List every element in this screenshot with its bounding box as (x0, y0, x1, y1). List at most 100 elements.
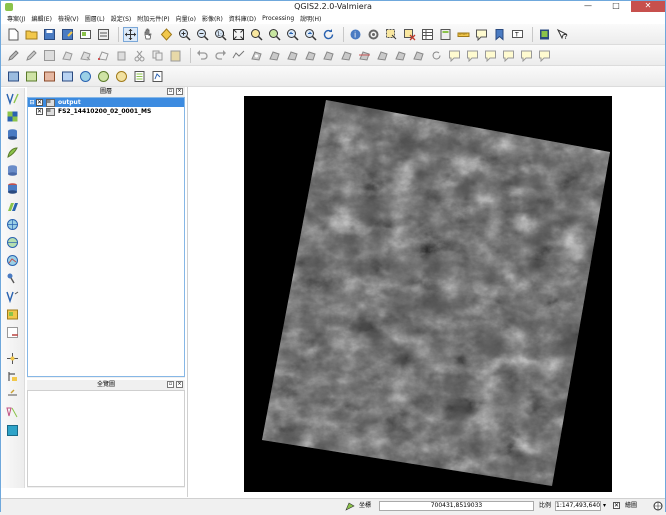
map-tips-icon[interactable] (474, 27, 489, 42)
new-shapefile-icon[interactable] (150, 69, 165, 84)
add-feature-icon[interactable] (60, 48, 75, 63)
gps-tools-icon[interactable] (5, 351, 20, 366)
processing-toolbox-icon[interactable] (5, 405, 20, 420)
menu-database[interactable]: 資料庫(D) (226, 14, 259, 23)
zoom-out-icon[interactable] (195, 27, 210, 42)
atlas-icon[interactable] (537, 27, 552, 42)
field-calculator-icon[interactable] (438, 27, 453, 42)
copy-features-icon[interactable] (150, 48, 165, 63)
zoom-to-selection-icon[interactable] (249, 27, 264, 42)
expand-icon[interactable]: ⊟ (29, 99, 35, 106)
wfs-layer-icon[interactable] (114, 69, 129, 84)
zoom-native-icon[interactable]: 1:1 (213, 27, 228, 42)
whats-this-help-icon[interactable]: ? (555, 27, 570, 42)
measure-icon[interactable] (456, 27, 471, 42)
wcs-layer-icon[interactable] (96, 69, 111, 84)
delete-part-icon[interactable] (303, 48, 318, 63)
zoom-in-icon[interactable] (177, 27, 192, 42)
oracle-layer-icon[interactable] (42, 69, 57, 84)
add-wcs-icon[interactable] (5, 235, 20, 250)
postgis-layer-icon[interactable] (60, 69, 75, 84)
new-print-composer-icon[interactable] (78, 27, 93, 42)
close-button[interactable]: ✕ (631, 1, 665, 12)
menu-edit[interactable]: 編輯(E) (28, 14, 54, 23)
new-project-icon[interactable] (6, 27, 21, 42)
menu-settings[interactable]: 設定(S) (108, 14, 135, 23)
maximize-button[interactable]: □ (603, 1, 629, 12)
deselect-icon[interactable] (402, 27, 417, 42)
menu-plugins[interactable]: 附加元件(P) (134, 14, 172, 23)
paste-features-icon[interactable] (168, 48, 183, 63)
add-postgis-icon[interactable] (5, 127, 20, 142)
save-project-icon[interactable] (42, 27, 57, 42)
zoom-to-layer-icon[interactable] (267, 27, 282, 42)
layer-row-output[interactable]: ⊟ ✕ output (28, 98, 184, 107)
add-delimited-text-icon[interactable] (5, 199, 20, 214)
move-label-icon[interactable] (501, 48, 516, 63)
add-mssql-icon[interactable] (5, 163, 20, 178)
redo-icon[interactable] (213, 48, 228, 63)
merge-attributes-icon[interactable] (411, 48, 426, 63)
menu-layer[interactable]: 圖層(L) (82, 14, 108, 23)
open-project-icon[interactable] (24, 27, 39, 42)
overview-canvas[interactable] (27, 390, 185, 487)
scale-combobox[interactable]: 1:147,493,640 (555, 501, 601, 511)
coordinate-field[interactable]: 700431,8519033 (379, 501, 534, 511)
float-panel-button[interactable]: ▫ (167, 88, 174, 95)
zoom-next-icon[interactable] (303, 27, 318, 42)
minimize-button[interactable]: — (575, 1, 601, 12)
menu-help[interactable]: 說明(H) (297, 14, 324, 23)
save-edits-icon[interactable] (42, 48, 57, 63)
undo-icon[interactable] (195, 48, 210, 63)
menu-vector[interactable]: 向量(o) (173, 14, 199, 23)
spatialite-layer-icon[interactable] (6, 69, 21, 84)
add-gps-icon[interactable] (5, 271, 20, 286)
change-label-icon[interactable] (537, 48, 552, 63)
split-parts-icon[interactable] (375, 48, 390, 63)
add-vector-layer-icon[interactable] (5, 91, 20, 106)
attribute-table-icon[interactable] (420, 27, 435, 42)
select-features-icon[interactable] (384, 27, 399, 42)
split-features-icon[interactable] (357, 48, 372, 63)
menu-project[interactable]: 專案(J) (4, 14, 28, 23)
label-tool-icon[interactable] (447, 48, 462, 63)
add-ring-icon[interactable] (249, 48, 264, 63)
add-part-icon[interactable] (267, 48, 282, 63)
new-vector-icon[interactable] (5, 289, 20, 304)
delimited-text-layer-icon[interactable] (132, 69, 147, 84)
pan-map-icon[interactable] (123, 26, 138, 42)
rotate-label-icon[interactable] (519, 48, 534, 63)
node-tool-icon[interactable] (96, 48, 111, 63)
menu-view[interactable]: 檢視(V) (55, 14, 82, 23)
zoom-full-icon[interactable] (231, 27, 246, 42)
mssql-layer-icon[interactable] (24, 69, 39, 84)
simplify-feature-icon[interactable] (231, 48, 246, 63)
add-spatialite-icon[interactable] (5, 145, 20, 160)
close-panel-button[interactable]: × (176, 381, 183, 388)
zoom-last-icon[interactable] (285, 27, 300, 42)
coordinate-capture-icon[interactable] (5, 387, 20, 402)
model-builder-icon[interactable] (5, 423, 20, 438)
georeferencer-icon[interactable] (5, 369, 20, 384)
delete-selected-icon[interactable] (114, 48, 129, 63)
cut-features-icon[interactable] (132, 48, 147, 63)
layer-row-fs2[interactable]: ✕ FS2_14410200_02_0001_MS (28, 107, 184, 116)
merge-features-icon[interactable] (393, 48, 408, 63)
composer-manager-icon[interactable] (96, 27, 111, 42)
new-bookmark-icon[interactable] (492, 27, 507, 42)
crs-status-icon[interactable] (653, 501, 665, 511)
pan-to-selection-icon[interactable] (159, 27, 174, 42)
float-panel-button[interactable]: ▫ (167, 381, 174, 388)
close-panel-button[interactable]: × (176, 88, 183, 95)
layer-visibility-checkbox[interactable]: ✕ (36, 99, 43, 106)
save-as-icon[interactable] (60, 27, 75, 42)
render-checkbox[interactable]: ✕ (613, 501, 623, 511)
show-labels-icon[interactable] (483, 48, 498, 63)
text-annotation-icon[interactable]: T (510, 27, 525, 42)
pin-labels-icon[interactable] (465, 48, 480, 63)
map-canvas[interactable] (187, 87, 665, 497)
offset-curve-icon[interactable] (339, 48, 354, 63)
layer-visibility-checkbox[interactable]: ✕ (36, 108, 43, 115)
rotate-point-icon[interactable] (429, 48, 444, 63)
add-raster-layer-icon[interactable] (5, 109, 20, 124)
